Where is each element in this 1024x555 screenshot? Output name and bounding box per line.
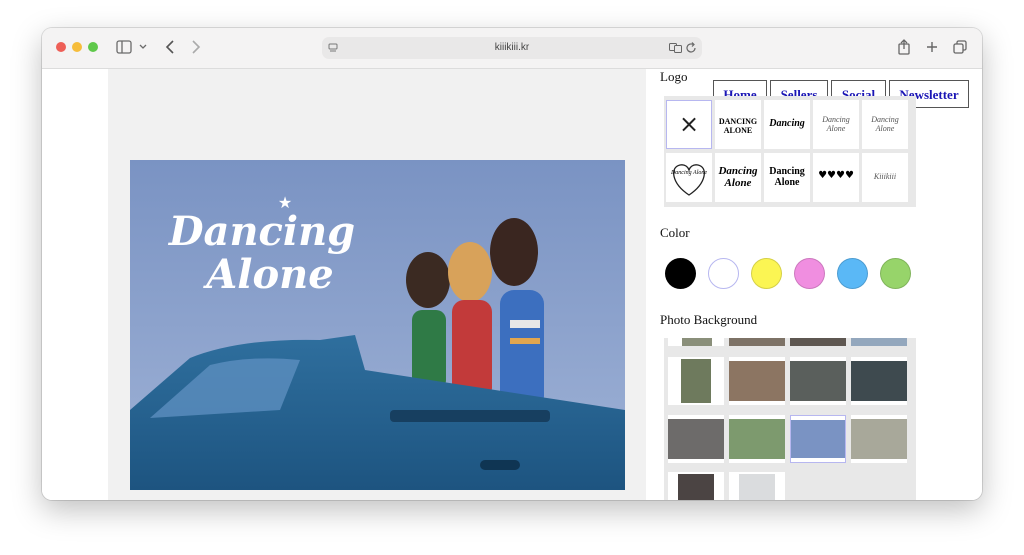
close-window-button[interactable]	[56, 42, 66, 52]
logo-option-none[interactable]: ×	[666, 100, 712, 149]
logo-option-text: Dancing Alone	[871, 115, 899, 133]
color-swatch-yellow[interactable]	[751, 258, 782, 289]
sidebar-toggle-icon[interactable]	[116, 40, 132, 54]
browser-toolbar: kiiikiii.kr	[42, 28, 982, 69]
browser-window: kiiikiii.kr Dancing Alone ★ Logo Home Se…	[42, 28, 982, 500]
star-icon: ★	[278, 193, 292, 212]
reload-icon[interactable]	[686, 42, 697, 54]
logo-option-text: Dancing Alone	[718, 165, 758, 189]
background-thumbnail[interactable]	[668, 357, 724, 405]
color-swatch-black[interactable]	[665, 258, 696, 289]
logo-option[interactable]: DANCING ALONE	[715, 100, 761, 149]
new-tab-icon[interactable]	[926, 41, 938, 53]
logo-option[interactable]: Dancing Alone	[715, 153, 761, 202]
logo-section-title: Logo	[660, 69, 688, 84]
background-thumbnail[interactable]	[729, 415, 785, 463]
tabs-overview-icon[interactable]	[953, 40, 967, 54]
logo-option[interactable]: Dancing Alone	[666, 153, 712, 202]
logo-option-text: Dancing Alone	[670, 170, 708, 176]
background-thumbnail[interactable]	[668, 338, 724, 346]
background-thumbnail[interactable]	[668, 472, 724, 500]
chevron-down-icon[interactable]	[139, 44, 147, 50]
translate-icon[interactable]	[669, 43, 682, 53]
share-icon[interactable]	[898, 39, 910, 55]
background-thumbnail[interactable]	[851, 338, 907, 346]
logo-option[interactable]: Dancing	[764, 100, 810, 149]
heart-logo-icon	[673, 164, 705, 196]
logo-option[interactable]: Dancing Alone	[764, 153, 810, 202]
color-swatch-green[interactable]	[880, 258, 911, 289]
address-bar[interactable]: kiiikiii.kr	[322, 37, 702, 59]
background-thumbnail[interactable]	[790, 357, 846, 405]
background-thumbnail[interactable]	[851, 415, 907, 463]
photo-logo-line1: Dancing	[168, 208, 355, 255]
zoom-window-button[interactable]	[88, 42, 98, 52]
logo-option-text: Dancing Alone	[769, 166, 805, 188]
background-thumbnail[interactable]	[729, 472, 785, 500]
color-swatch-blue[interactable]	[837, 258, 868, 289]
logo-option[interactable]: Dancing Alone	[813, 100, 859, 149]
url-text: kiiikiii.kr	[494, 42, 530, 53]
minimize-window-button[interactable]	[72, 42, 82, 52]
photo-logo-line2: Alone	[202, 251, 333, 298]
background-thumbnail[interactable]	[668, 415, 724, 463]
logo-option-text: Dancing	[769, 118, 805, 129]
customizer-panel: Logo Home Sellers Social Newsletter × DA…	[660, 69, 982, 500]
photo-background-section-title: Photo Background	[660, 312, 758, 327]
forward-arrow-icon[interactable]	[191, 40, 201, 54]
color-swatch-pink[interactable]	[794, 258, 825, 289]
background-thumbnail-selected[interactable]	[790, 415, 846, 463]
logo-options-grid: × DANCING ALONE Dancing Dancing Alone Da…	[664, 96, 916, 207]
page-content: Dancing Alone ★ Logo Home Sellers Social…	[42, 69, 982, 500]
color-section-title: Color	[660, 225, 690, 240]
logo-option[interactable]: Dancing Alone	[862, 100, 908, 149]
background-thumbnail[interactable]	[729, 338, 785, 346]
logo-option-text: DANCING ALONE	[718, 117, 758, 135]
preview-area: Dancing Alone ★	[108, 69, 646, 500]
back-arrow-icon[interactable]	[165, 40, 175, 54]
close-icon: ×	[678, 110, 700, 138]
logo-option-text: Kiiikiii	[873, 172, 897, 181]
background-thumbnail[interactable]	[790, 338, 846, 346]
background-thumbnail[interactable]	[729, 357, 785, 405]
logo-option-text: ♥♥♥♥	[818, 170, 854, 181]
logo-option[interactable]: Kiiikiii	[862, 153, 908, 202]
preview-photo: Dancing Alone ★	[130, 160, 625, 490]
logo-option-text: Dancing Alone	[822, 115, 850, 133]
logo-option[interactable]: ♥♥♥♥	[813, 153, 859, 202]
background-thumbnail[interactable]	[851, 357, 907, 405]
color-swatch-white[interactable]	[708, 258, 739, 289]
photo-background-grid	[664, 338, 916, 500]
